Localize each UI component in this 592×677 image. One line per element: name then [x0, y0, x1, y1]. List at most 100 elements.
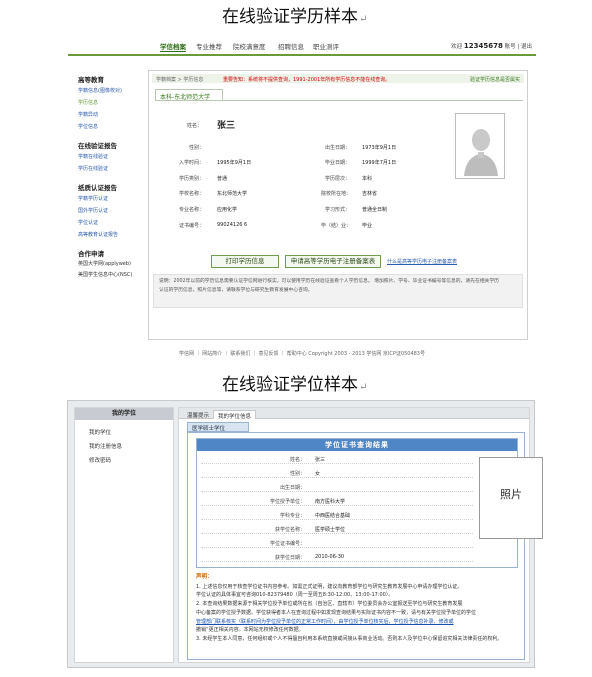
breadcrumb-verify-link[interactable]: 验证学历信息是否属实 [470, 76, 520, 83]
account-link[interactable]: 账号 [505, 44, 516, 50]
field-value: 1995年9月1日 [217, 160, 252, 166]
menu-link-online-degree[interactable]: 学历在线验证 [78, 165, 140, 172]
declaration-line: 学位认证的具体事宜可咨询010-82379480（周一至周五8:30-12:00… [196, 592, 394, 599]
cert-value: 2010-06-30 [315, 554, 345, 560]
nav-item-career[interactable]: 职业测评 [313, 41, 339, 51]
cert-row: 学位证书编号： [201, 538, 473, 548]
cert-row: 获学位日期： 2010-06-30 [201, 552, 473, 562]
menu-link-degree-record[interactable]: 学历信息 [78, 99, 140, 106]
nav-item-record[interactable]: 学信档案 [160, 41, 186, 52]
declaration-line: 1. 上述信息仅用于核查学位证书内容参考。如需正式证明，建议向教育部学位与研究生… [196, 583, 463, 590]
field-label: 学习形式： [325, 207, 351, 213]
menu-link-status-change[interactable]: 学籍异动 [78, 111, 140, 118]
cert-value: 张三 [315, 457, 326, 463]
menu-group-higher-edu: 高等教育 学籍信息(图像校对) 学历信息 学籍异动 学位信息 [78, 74, 140, 130]
cert-row: 出生日期： [201, 482, 473, 492]
field-label: 学历类别： [179, 176, 205, 182]
tab-divider [155, 100, 523, 101]
field-value: 1999年7月1日 [362, 160, 397, 166]
cert-label: 姓名： [289, 457, 305, 463]
notice-line: 认证的学历信息，照片信息等，请联系学位与研究生教育发展中心咨询。 [159, 287, 313, 293]
left-sidebar: 高等教育 学籍信息(图像校对) 学历信息 学籍异动 学位信息 在线验证报告 学籍… [78, 74, 140, 289]
top-sample-heading: 在线验证学历样本↵ [222, 7, 368, 27]
field-value: 毕业 [362, 223, 373, 229]
nav-item-school[interactable]: 院校满意度 [233, 41, 266, 51]
breadcrumb-notice: 重要告知：系统将不提供查询，1991-2001年所有学历信息不能在线查询。 [223, 77, 391, 83]
my-degree-sidebar: 我的学位 我的学位 我的注册信息 修改密码 [74, 407, 174, 663]
menu-link-paper-enrollment[interactable]: 学籍学历认证 [78, 195, 140, 202]
apply-registration-form-button[interactable]: 申请高等学历电子注册备案表 [285, 255, 381, 268]
menu-title: 合作申请 [78, 250, 104, 258]
field-label: 专业名称： [179, 207, 205, 213]
degree-certificate-page: 我的学位 我的学位 我的注册信息 修改密码 温馨提示 我的学位信息 医学硕士学位… [67, 400, 543, 668]
field-label: 毕业日期： [325, 160, 351, 166]
menu-link-applyweb[interactable]: 英国大学网(applyweb) [78, 261, 140, 268]
field-value: 本科 [362, 176, 373, 182]
field-label: 院校所在地： [321, 191, 352, 197]
menu-group-paper-report: 纸质认证报告 学籍学历认证 国外学历认证 学位认证 高等教育认证报告 [78, 182, 140, 238]
field-label: 学历层次： [325, 176, 351, 182]
cert-row: 学位授予单位： 南方医科大学 [201, 496, 473, 506]
menu-link-online-enrollment[interactable]: 学籍在线验证 [78, 153, 140, 160]
tab-bar: 温馨提示 我的学位信息 [179, 408, 529, 420]
cert-value: 医学硕士学位 [315, 527, 346, 533]
menu-link-degree[interactable]: 学位信息 [78, 123, 140, 130]
cert-row: 学科专业： 中西医结合基础 [201, 510, 473, 520]
tab-tips[interactable]: 温馨提示 [183, 410, 213, 419]
field-value: 吉林省 [362, 191, 378, 197]
field-value: 普通全日制 [362, 207, 388, 213]
photo-placeholder: 照片 [479, 457, 543, 539]
cert-value: 女 [315, 471, 321, 477]
menu-link-enrollment[interactable]: 学籍信息(图像校对) [78, 87, 140, 94]
field-label: 学校名称： [179, 191, 205, 197]
notice-panel: 说明：2002年以前的学历信息需要认证学信网进行核实，可以使用学历在线验证查看个… [153, 274, 523, 308]
menu-link-foreign[interactable]: 国外学历认证 [78, 207, 140, 214]
tab-master-of-medicine[interactable]: 医学硕士学位 [187, 422, 249, 432]
cert-label: 学科专业： [279, 513, 305, 519]
field-value: 应用化学 [217, 207, 238, 213]
field-value: 99024126 6 [217, 222, 248, 228]
site-footer: 学信网 ｜ 网站简介 ｜ 联系我们 ｜ 意见反馈 ｜ 帮助中心 Copyrigh… [178, 351, 425, 357]
person-avatar-icon [455, 113, 505, 179]
field-value: 1973年9月1日 [362, 145, 397, 151]
degree-content-panel: 学籍档案 > 学历信息 重要告知：系统将不提供查询，1991-2001年所有学历… [148, 70, 528, 340]
cert-row: 获学位名称： 医学硕士学位 [201, 524, 473, 534]
sidebar-item-registration[interactable]: 我的注册信息 [89, 442, 122, 450]
sidebar-item-my-degree[interactable]: 我的学位 [89, 428, 111, 436]
breadcrumb-home[interactable]: 学籍档案 [156, 77, 176, 83]
certificate-title: 学位证书查询结果 [197, 439, 517, 451]
menu-link-degree-cert[interactable]: 学位认证 [78, 219, 140, 226]
return-mark-icon: ↵ [359, 14, 368, 25]
breadcrumb: 学籍档案 > 学历信息 重要告知：系统将不提供查询，1991-2001年所有学历… [152, 74, 524, 83]
breadcrumb-current: 学历信息 [183, 77, 204, 83]
declaration-line-contact-link[interactable]: 管理部门联系核实（联系时间为学位授予单位的正常工作时间），由学位授予单位核实后，… [196, 618, 518, 627]
declaration-title: 声明： [196, 574, 213, 580]
bottom-sample-heading: 在线验证学位样本↵ [222, 375, 368, 395]
menu-link-nsc[interactable]: 美国学生信息中心(NSC) [78, 272, 140, 279]
field-value: 普通 [217, 176, 228, 182]
nav-item-jobs[interactable]: 招聘信息 [278, 41, 304, 51]
cert-row: 性别： 女 [201, 468, 473, 478]
logout-link[interactable]: 退出 [521, 44, 532, 50]
sidebar-item-change-password[interactable]: 修改密码 [89, 456, 111, 464]
menu-group-cooperation: 合作申请 英国大学网(applyweb) 美国学生信息中心(NSC) [78, 248, 140, 279]
menu-title: 纸质认证报告 [78, 184, 117, 192]
field-label: 姓名： [187, 123, 203, 129]
field-label: 证书编号： [179, 223, 205, 229]
field-label: 性别： [189, 145, 205, 151]
user-id: 12345678 [463, 42, 503, 50]
certificate-result-box: 学位证书查询结果 姓名： 张三 性别：女 出生日期： 学位授予单位： 南方医科大学 … [196, 438, 543, 568]
print-degree-button[interactable]: 打印学历信息 [211, 255, 279, 268]
nav-item-major[interactable]: 专业推荐 [196, 41, 222, 51]
welcome-text: 欢迎 [451, 44, 463, 50]
registration-form-help-link[interactable]: 什么是高等学历电子注册备案表 [387, 258, 457, 265]
tab-my-degree-info[interactable]: 我的学位信息 [213, 410, 257, 420]
cert-label: 出生日期： [279, 485, 305, 491]
photo-label: 照片 [500, 488, 522, 501]
notice-line: 说明：2002年以前的学历信息需要认证学信网进行核实，可以使用学历在线验证查看个… [159, 279, 499, 284]
menu-title: 在线验证报告 [78, 142, 117, 150]
cert-label: 性别： [289, 471, 305, 477]
menu-title: 高等教育 [78, 76, 104, 84]
cert-value: 中西医结合基础 [315, 513, 351, 519]
menu-link-higher-edu-report[interactable]: 高等教育认证报告 [78, 231, 140, 238]
